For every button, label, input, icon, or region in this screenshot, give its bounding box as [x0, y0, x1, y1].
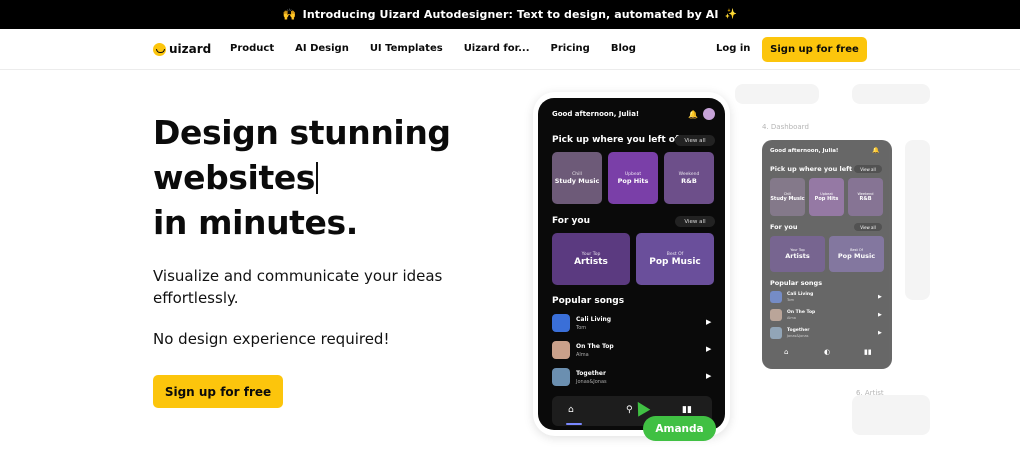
nav-item-pricing[interactable]: Pricing [551, 43, 590, 54]
nav-item-uizard-for[interactable]: Uizard for... [464, 43, 530, 54]
text-caret [316, 162, 318, 194]
ghost-card [735, 84, 819, 104]
song-title: Cali Living [576, 316, 612, 323]
raised-hands-icon: 🙌 [282, 8, 297, 21]
mini-song-row: On The Top Alma ▶ [770, 309, 885, 323]
mini-greeting: Good afternoon, Julia! [770, 148, 839, 154]
play-icon: ▶ [706, 372, 712, 380]
view-all-button: View all [675, 135, 715, 146]
mini-view-all: View all [854, 165, 882, 173]
active-tab-indicator [566, 423, 582, 425]
bell-icon: 🔔 [872, 147, 880, 154]
ghost-label-dashboard: 4. Dashboard [762, 123, 809, 131]
mini-song-row: Together Jonas&Jonas ▶ [770, 327, 885, 341]
hero-signup-button[interactable]: Sign up for free [153, 375, 283, 408]
mini-section-title: For you [770, 223, 798, 231]
collaborator-badge: Amanda [643, 416, 716, 441]
nav-item-ai-design[interactable]: AI Design [295, 43, 349, 54]
song-title: On The Top [576, 343, 614, 350]
phone-mockup: Good afternoon, Julia! 🔔 Pick up where y… [533, 92, 730, 436]
nav-item-blog[interactable]: Blog [611, 43, 636, 54]
mini-app-screen: Good afternoon, Julia! 🔔 Pick up where y… [762, 140, 892, 369]
announcement-bar[interactable]: 🙌 Introducing Uizard Autodesigner: Text … [0, 0, 1020, 29]
logo-mark-icon [153, 42, 166, 56]
song-row: Cali Living Tom ▶ [552, 314, 717, 334]
announcement-text[interactable]: Introducing Uizard Autodesigner: Text to… [303, 8, 719, 21]
greeting: Good afternoon, Julia! [552, 110, 640, 118]
library-icon: ▮▮ [682, 405, 692, 415]
nav-item-ui-templates[interactable]: UI Templates [370, 43, 443, 54]
mini-song-row: Cali Living Tom ▶ [770, 291, 885, 305]
song-row: Together Jonas&Jonas ▶ [552, 368, 717, 388]
ghost-label-artist: 6. Artist [856, 389, 884, 397]
ghost-card [852, 395, 930, 435]
hero-subtitle-2: No design experience required! [153, 330, 390, 348]
section-title-continue: Pick up where you left off [552, 135, 683, 145]
song-artist: Jonas&Jonas [576, 379, 607, 385]
playlist-tile: Upbeat Pop Hits [608, 152, 658, 204]
login-link[interactable]: Log in [716, 43, 750, 54]
home-icon: ⌂ [568, 405, 574, 415]
mini-tile: Upbeat Pop Hits [809, 178, 844, 216]
hero-title-line-1: Design stunning [153, 113, 451, 152]
search-icon: ◐ [824, 348, 831, 356]
song-cover [552, 314, 570, 332]
hero-title-line-3: in minutes. [153, 203, 358, 242]
song-title: Together [576, 370, 606, 377]
song-cover [552, 341, 570, 359]
nav-signup-button[interactable]: Sign up for free [762, 37, 867, 62]
hero-title-typed-word: websites [153, 158, 316, 197]
playlist-tile: Chill Study Music [552, 152, 602, 204]
library-icon: ▮▮ [864, 348, 872, 356]
mini-tile: Chill Study Music [770, 178, 805, 216]
mini-tab-bar: ⌂ ◐ ▮▮ [770, 346, 884, 362]
playlist-tile: Weekend R&B [664, 152, 714, 204]
mini-section-title: Pick up where you left off [770, 165, 865, 173]
logo-text: uizard [169, 42, 212, 56]
section-title-for-you: For you [552, 216, 590, 226]
mini-section-title: Popular songs [770, 279, 823, 287]
hero-title: Design stunning websites in minutes. [153, 110, 451, 245]
song-row: On The Top Alma ▶ [552, 341, 717, 361]
sparkle-icon: ✨ [724, 9, 738, 20]
bell-icon: 🔔 [688, 110, 698, 119]
section-title-popular: Popular songs [552, 296, 625, 306]
home-icon: ⌂ [784, 348, 789, 356]
avatar [703, 108, 715, 120]
ghost-card [905, 140, 930, 300]
playlist-tile: Best Of Pop Music [636, 233, 714, 285]
song-cover [552, 368, 570, 386]
view-all-button: View all [675, 216, 715, 227]
nav-menu: Product AI Design UI Templates Uizard fo… [230, 43, 657, 54]
ghost-card [852, 84, 930, 104]
mini-tile: Best Of Pop Music [829, 236, 884, 272]
play-icon: ▶ [706, 345, 712, 353]
mini-tile: Weekend R&B [848, 178, 883, 216]
app-screen: Good afternoon, Julia! 🔔 Pick up where y… [538, 98, 725, 430]
song-artist: Tom [576, 325, 587, 331]
play-icon: ▶ [706, 318, 712, 326]
hero-subtitle: Visualize and communicate your ideas eff… [153, 267, 443, 307]
mini-view-all: View all [854, 223, 882, 231]
mini-tile: Your Top Artists [770, 236, 825, 272]
top-nav: uizard Product AI Design UI Templates Ui… [0, 29, 1020, 70]
song-artist: Alma [576, 352, 589, 358]
hero-title-line-2: websites [153, 155, 451, 200]
logo[interactable]: uizard [153, 42, 211, 56]
playlist-tile: Your Top Artists [552, 233, 630, 285]
nav-item-product[interactable]: Product [230, 43, 274, 54]
